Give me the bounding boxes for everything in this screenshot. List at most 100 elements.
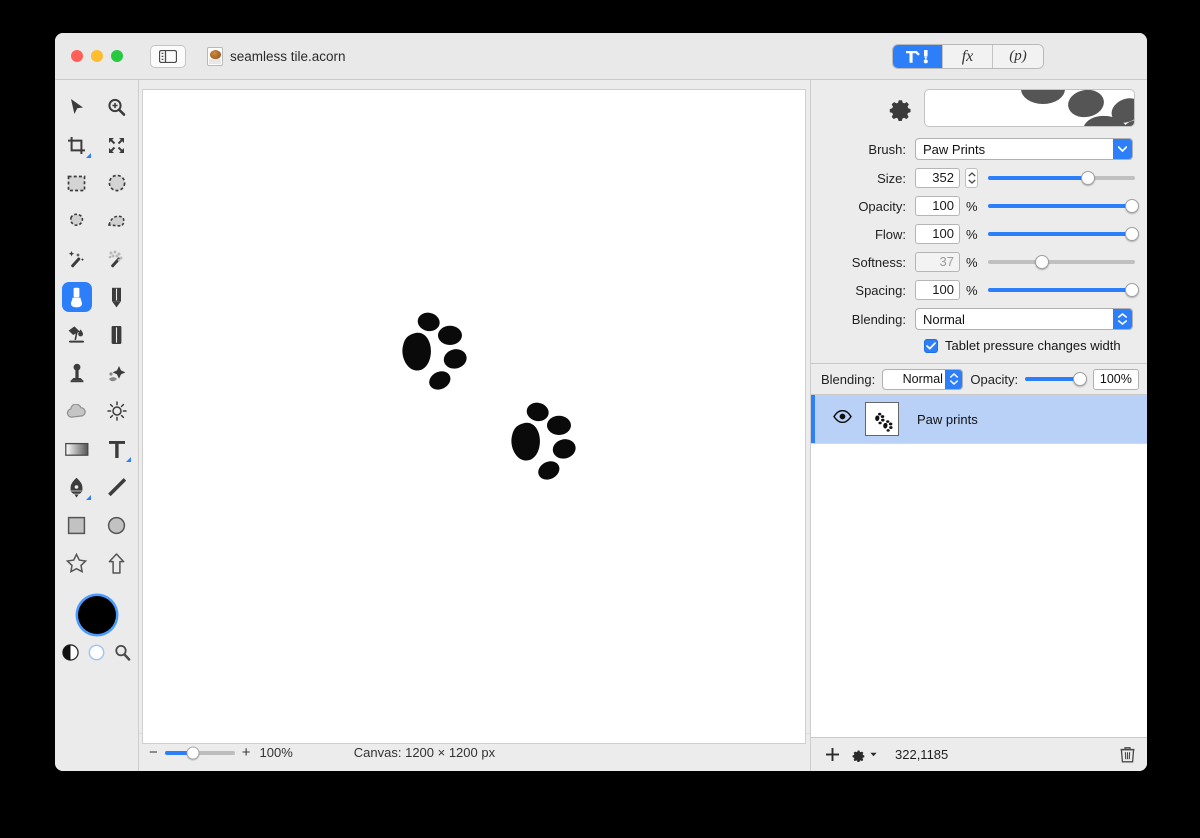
- brush-value: Paw Prints: [923, 141, 986, 157]
- softness-input[interactable]: 37: [915, 252, 960, 272]
- layer-opacity-slider[interactable]: [1025, 372, 1087, 386]
- brush-settings-gear-icon[interactable]: [887, 95, 913, 121]
- zoom-slider[interactable]: [164, 746, 235, 759]
- eye-visible-icon[interactable]: [833, 409, 852, 428]
- smudge-tool[interactable]: [102, 358, 132, 388]
- layer-thumbnail[interactable]: [865, 402, 899, 436]
- polygon-lasso-tool[interactable]: [102, 206, 132, 236]
- brush-select[interactable]: Paw Prints: [915, 138, 1133, 160]
- image-canvas[interactable]: [142, 89, 806, 744]
- size-input[interactable]: 352: [915, 168, 960, 188]
- close-button[interactable]: [71, 50, 83, 62]
- magic-wand-tool[interactable]: [62, 244, 92, 274]
- zoom-out-button[interactable]: −: [149, 745, 158, 760]
- tablet-pressure-checkbox[interactable]: [924, 338, 938, 353]
- foreground-color-swatch[interactable]: [77, 596, 116, 634]
- crop-icon: [68, 136, 85, 154]
- document-title: seamless tile.acorn: [230, 48, 346, 64]
- layer-blending-select[interactable]: Normal: [882, 368, 964, 390]
- inspector-panel: Brush: Paw Prints Size: 352 Opacity: 100…: [810, 80, 1147, 771]
- layer-opacity-input[interactable]: 100%: [1092, 368, 1139, 390]
- tab-tools[interactable]: [893, 45, 943, 68]
- brush-label: Brush:: [868, 141, 906, 157]
- gradient-tool[interactable]: [62, 434, 92, 464]
- chevron-updown-icon[interactable]: [945, 369, 963, 389]
- flow-slider[interactable]: [988, 226, 1140, 242]
- opacity-slider-knob[interactable]: [1125, 199, 1140, 213]
- color-picker-icon[interactable]: [114, 644, 131, 661]
- tab-filters[interactable]: fx: [943, 45, 993, 68]
- zoom-slider-knob[interactable]: [186, 746, 200, 759]
- swap-colors-icon[interactable]: [62, 644, 79, 661]
- paint-bucket-tool[interactable]: [62, 320, 92, 350]
- tablet-pressure-label: Tablet pressure changes width: [945, 338, 1121, 353]
- crop-tool[interactable]: [62, 130, 92, 160]
- zoom-tool[interactable]: [102, 92, 132, 122]
- ellipse-shape-tool[interactable]: [102, 510, 132, 540]
- flow-slider-knob[interactable]: [1125, 227, 1140, 241]
- zoom-in-button[interactable]: +: [242, 745, 251, 760]
- layers-list[interactable]: Paw prints: [811, 395, 1147, 737]
- opacity-slider-track: [988, 204, 1135, 208]
- layer-blending-value: Normal: [902, 372, 943, 386]
- spacing-slider-fill: [988, 288, 1135, 292]
- spacing-slider-track: [988, 288, 1135, 292]
- size-stepper[interactable]: [965, 168, 978, 188]
- chevron-updown-icon[interactable]: [1113, 309, 1132, 329]
- opacity-slider[interactable]: [988, 198, 1140, 214]
- spacing-slider[interactable]: [988, 282, 1140, 298]
- text-tool[interactable]: [102, 434, 132, 464]
- layer-actions-menu[interactable]: [851, 747, 877, 762]
- brush-preview[interactable]: [924, 89, 1135, 127]
- tab-presets[interactable]: (p): [993, 45, 1043, 68]
- size-slider-knob[interactable]: [1080, 171, 1095, 185]
- tool-palette: [55, 80, 139, 771]
- ellipse-select-tool[interactable]: [102, 168, 132, 198]
- opacity-input[interactable]: 100: [915, 196, 960, 216]
- panel-tab-group: fx (p): [892, 44, 1044, 69]
- brush-tool[interactable]: [61, 282, 92, 312]
- paintbrush-icon: [71, 287, 82, 307]
- zoom-level-label: 100%: [259, 745, 293, 760]
- dodge-tool[interactable]: [102, 396, 132, 426]
- chevron-down-icon[interactable]: [1113, 139, 1132, 159]
- layer-opacity-knob[interactable]: [1072, 372, 1087, 386]
- spacing-input[interactable]: 100: [915, 280, 960, 300]
- arrow-shape-tool[interactable]: [102, 548, 132, 578]
- minimize-button[interactable]: [91, 50, 103, 62]
- delete-layer-trash-icon[interactable]: [1120, 746, 1135, 763]
- table-row[interactable]: Paw prints: [811, 395, 1147, 444]
- size-slider[interactable]: [988, 170, 1135, 186]
- blending-select[interactable]: Normal: [915, 308, 1133, 330]
- ellipse-select-icon: [108, 174, 125, 192]
- instant-alpha-tool[interactable]: [102, 244, 132, 274]
- move-tool[interactable]: [62, 92, 92, 122]
- softness-slider-knob[interactable]: [1035, 255, 1050, 269]
- transform-tool[interactable]: [102, 130, 132, 160]
- rect-select-tool[interactable]: [62, 168, 92, 198]
- opacity-row: Opacity: 100 %: [819, 196, 1140, 216]
- line-tool[interactable]: [102, 472, 132, 502]
- selection-indicator: [811, 395, 815, 443]
- softness-slider[interactable]: [988, 254, 1135, 270]
- sidebar-toggle-button[interactable]: [150, 44, 186, 68]
- canvas-size-label: Canvas: 1200 × 1200 px: [353, 745, 496, 760]
- flow-slider-fill: [988, 232, 1135, 236]
- lasso-tool[interactable]: [62, 206, 92, 236]
- blur-tool[interactable]: [62, 396, 92, 426]
- eraser-tool[interactable]: [102, 320, 132, 350]
- zoom-button[interactable]: [111, 50, 123, 62]
- star-shape-tool[interactable]: [62, 548, 92, 578]
- flow-input[interactable]: 100: [915, 224, 960, 244]
- softness-slider-track: [988, 260, 1135, 264]
- clone-stamp-tool[interactable]: [62, 358, 92, 388]
- acorn-document-icon: [207, 46, 223, 66]
- rectangle-shape-tool[interactable]: [62, 510, 92, 540]
- pencil-tool[interactable]: [102, 282, 132, 312]
- tablet-pressure-row[interactable]: Tablet pressure changes width: [924, 338, 1135, 353]
- spacing-slider-knob[interactable]: [1125, 283, 1140, 297]
- cloud-blur-icon: [66, 403, 86, 418]
- add-layer-icon[interactable]: [825, 747, 840, 762]
- background-color-swatch[interactable]: [88, 644, 105, 661]
- bezier-pen-tool[interactable]: [62, 472, 92, 502]
